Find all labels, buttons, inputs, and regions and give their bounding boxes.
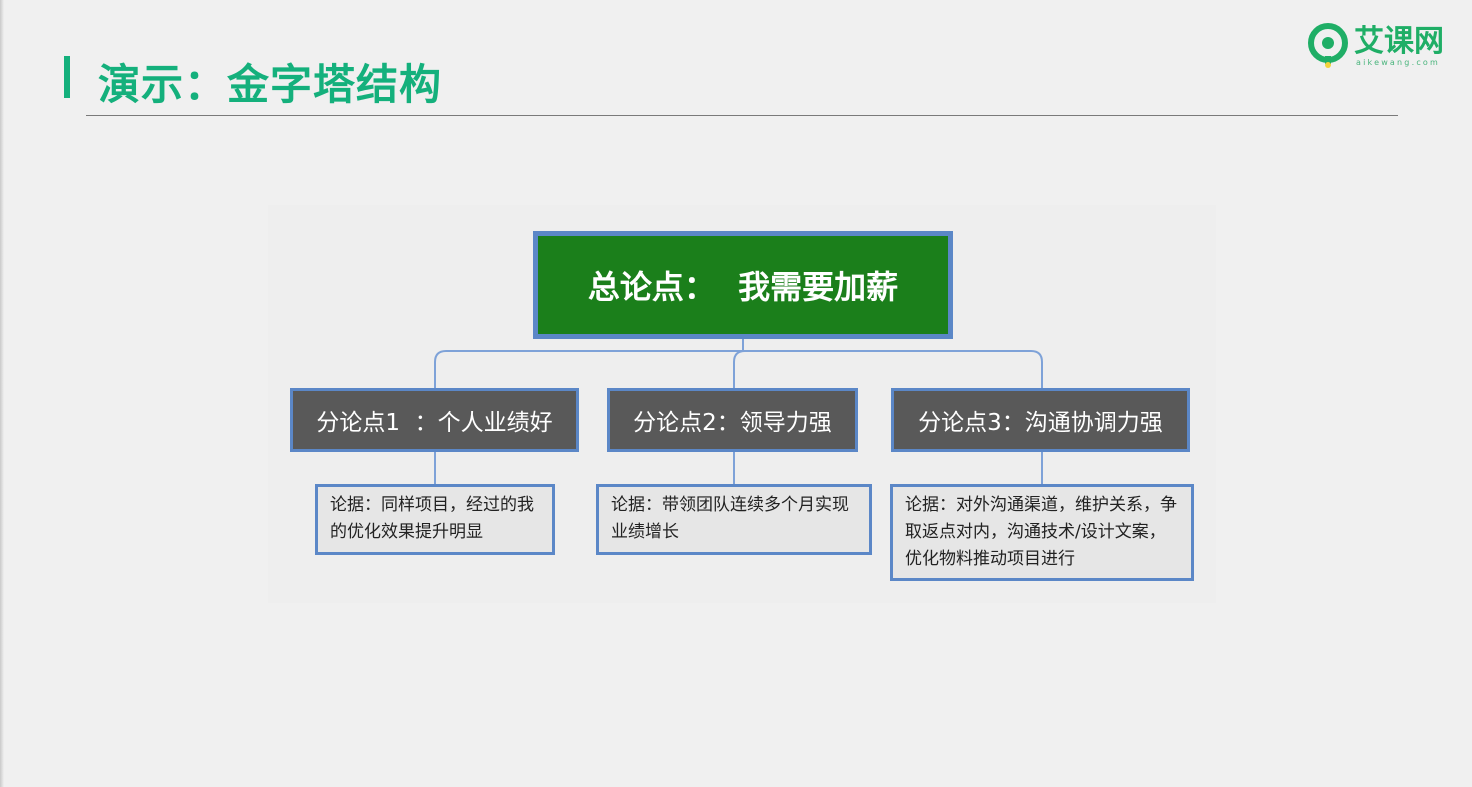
logo-name: 艾课网 <box>1354 24 1444 59</box>
main-point-box: 总论点： 我需要加薪 <box>533 231 953 339</box>
main-point-label: 总论点： 我需要加薪 <box>587 268 899 306</box>
evidence-1-box: 论据：同样项目，经过的我的优化效果提升明显 <box>315 484 555 555</box>
logo-domain: aikewang.com <box>1356 58 1441 67</box>
brand-logo: 艾课网 aikewang.com <box>1306 22 1456 70</box>
evidence-2-text: 论据：带领团队连续多个月实现业绩增长 <box>611 495 849 542</box>
evidence-1-text: 论据：同样项目，经过的我的优化效果提升明显 <box>330 495 534 542</box>
evidence-3-box: 论据：对外沟通渠道，维护关系，争取返点对内，沟通技术/设计文案， 优化物料推动项… <box>890 484 1194 581</box>
evidence-2-box: 论据：带领团队连续多个月实现业绩增长 <box>596 484 872 555</box>
logo-icon <box>1308 23 1348 68</box>
sub-point-3-box: 分论点3：沟通协调力强 <box>891 388 1190 452</box>
title-accent-bar <box>64 56 70 98</box>
sub-point-2-box: 分论点2：领导力强 <box>607 388 858 452</box>
sub-point-3-label: 分论点3：沟通协调力强 <box>918 410 1163 436</box>
pyramid-diagram: 总论点： 我需要加薪 分论点1 ：个人业绩好 分论点2：领导力强 分论点3：沟通… <box>268 205 1216 603</box>
slide-title: 演示：金字塔结构 <box>98 60 443 109</box>
branch-right <box>743 350 1043 388</box>
title-divider <box>86 115 1398 116</box>
branch-left <box>434 350 743 388</box>
sub-point-1-box: 分论点1 ：个人业绩好 <box>290 388 579 452</box>
sub-point-2-label: 分论点2：领导力强 <box>633 410 832 436</box>
branch-middle <box>733 350 746 388</box>
slide-edge-shadow <box>0 0 4 787</box>
sub-point-1-label: 分论点1 ：个人业绩好 <box>316 410 553 436</box>
evidence-3-text: 论据：对外沟通渠道，维护关系，争取返点对内，沟通技术/设计文案， 优化物料推动项… <box>905 495 1177 569</box>
